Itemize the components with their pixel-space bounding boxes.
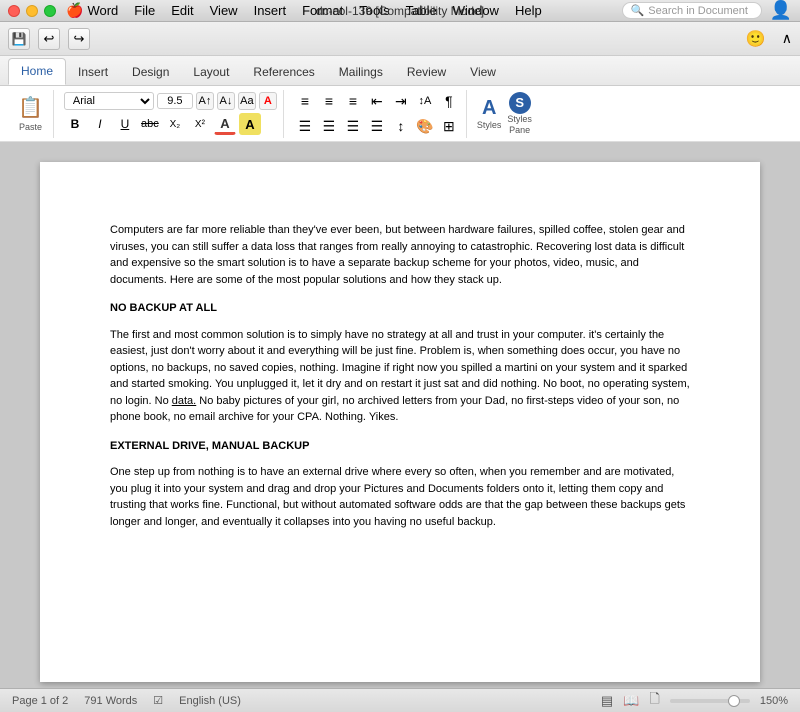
decrease-indent-button[interactable]: ⇤ [366, 90, 388, 112]
tab-insert[interactable]: Insert [66, 60, 120, 85]
underlined-word: data. [172, 395, 196, 407]
text-effects-button[interactable]: A [259, 92, 277, 110]
menu-file[interactable]: File [134, 3, 155, 18]
strikethrough-button[interactable]: abc [139, 113, 161, 135]
align-center-button[interactable]: ☰ [318, 115, 340, 137]
subscript-button[interactable]: X₂ [164, 113, 186, 135]
font-controls: Arial A↑ A↓ Aa A B I U abc X₂ X² A A [64, 92, 277, 135]
tab-design[interactable]: Design [120, 60, 181, 85]
save-button[interactable]: 💾 [8, 28, 30, 50]
underline-button[interactable]: U [114, 113, 136, 135]
document-page: Computers are far more reliable than the… [40, 162, 760, 682]
maximize-button[interactable] [44, 5, 56, 17]
minimize-button[interactable] [26, 5, 38, 17]
search-placeholder: Search in Document [648, 5, 748, 17]
paste-icon: 📋 [18, 95, 43, 120]
page-info: Page 1 of 2 [12, 695, 68, 707]
paste-button[interactable]: 📋 Paste [14, 92, 47, 136]
zoom-level: 150% [760, 695, 788, 707]
increase-font-button[interactable]: A↑ [196, 92, 214, 110]
sort-button[interactable]: ↕A [414, 90, 436, 112]
zoom-thumb [728, 695, 740, 707]
view-mode-icon[interactable]: ▤ [601, 693, 613, 709]
paragraph-group: ≡ ≡ ≡ ⇤ ⇥ ↕A ¶ ☰ ☰ ☰ ☰ ↕ 🎨 ⊞ [288, 90, 467, 138]
collapse-ribbon-button[interactable]: ∧ [782, 30, 792, 47]
layout-view-icon[interactable]: 🗋 [649, 690, 659, 712]
superscript-button[interactable]: X² [189, 113, 211, 135]
menu-help[interactable]: Help [515, 3, 542, 18]
font-name-selector[interactable]: Arial [64, 92, 154, 110]
read-mode-icon[interactable]: 📖 [623, 693, 639, 709]
decrease-font-button[interactable]: A↓ [217, 92, 235, 110]
justify-button[interactable]: ☰ [366, 115, 388, 137]
multilevel-list-button[interactable]: ≡ [342, 90, 364, 112]
emoji-picker-button[interactable]: 🙂 [746, 29, 766, 49]
styles-group: A Styles S StylesPane [471, 90, 538, 138]
bullet-list-button[interactable]: ≡ [294, 90, 316, 112]
styles-pane-badge[interactable]: S [509, 92, 531, 114]
tab-layout[interactable]: Layout [181, 60, 241, 85]
menu-insert[interactable]: Insert [254, 3, 287, 18]
highlight-color-button[interactable]: A [239, 113, 261, 135]
title-bar: 🍎 Word File Edit View Insert Format Tool… [0, 0, 800, 22]
align-left-button[interactable]: ☰ [294, 115, 316, 137]
font-row2: B I U abc X₂ X² A A [64, 113, 277, 135]
font-color-button[interactable]: A [214, 113, 236, 135]
undo-button[interactable]: ↩ [38, 28, 60, 50]
borders-button[interactable]: ⊞ [438, 115, 460, 137]
styles-label: Styles [477, 120, 502, 130]
quick-access-toolbar: 💾 ↩ ↪ 🙂 ∧ [0, 22, 800, 56]
numbered-list-button[interactable]: ≡ [318, 90, 340, 112]
increase-indent-button[interactable]: ⇥ [390, 90, 412, 112]
line-spacing-button[interactable]: ↕ [390, 115, 412, 137]
tab-home[interactable]: Home [8, 58, 66, 85]
change-case-button[interactable]: Aa [238, 92, 256, 110]
menu-view[interactable]: View [210, 3, 238, 18]
document-area: Computers are far more reliable than the… [0, 142, 800, 688]
redo-button[interactable]: ↪ [68, 28, 90, 50]
status-bar: Page 1 of 2 791 Words ☑ English (US) ▤ 📖… [0, 688, 800, 712]
tab-references[interactable]: References [241, 60, 326, 85]
heading-1: NO BACKUP AT ALL [110, 300, 690, 317]
heading-2: EXTERNAL DRIVE, MANUAL BACKUP [110, 438, 690, 455]
tab-review[interactable]: Review [395, 60, 458, 85]
zoom-slider[interactable] [670, 699, 750, 703]
search-icon: 🔍 [631, 4, 645, 17]
tab-mailings[interactable]: Mailings [327, 60, 395, 85]
paste-label: Paste [19, 122, 42, 132]
styles-icon: A [482, 97, 496, 120]
document-title: dc-col-139 [Compatibility Mode] [316, 4, 484, 18]
font-group: Arial A↑ A↓ Aa A B I U abc X₂ X² A A [58, 90, 284, 138]
paragraph-2: The first and most common solution is to… [110, 327, 690, 426]
status-right: ▤ 📖 🗋 150% [601, 690, 788, 712]
align-right-button[interactable]: ☰ [342, 115, 364, 137]
show-formatting-button[interactable]: ¶ [438, 90, 460, 112]
search-box[interactable]: 🔍 Search in Document [622, 2, 762, 19]
bold-button[interactable]: B [64, 113, 86, 135]
clipboard-group: 📋 Paste [8, 90, 54, 138]
document-content[interactable]: Computers are far more reliable than the… [110, 222, 690, 530]
styles-pane-label[interactable]: StylesPane [507, 114, 532, 136]
apple-menu-icon[interactable]: 🍎 [66, 2, 83, 19]
tab-view[interactable]: View [458, 60, 508, 85]
language: English (US) [179, 695, 241, 707]
title-bar-right: 🔍 Search in Document 👤 [622, 0, 792, 21]
menu-word[interactable]: Word [87, 3, 118, 18]
font-row1: Arial A↑ A↓ Aa A [64, 92, 277, 110]
menu-edit[interactable]: Edit [171, 3, 193, 18]
italic-button[interactable]: I [89, 113, 111, 135]
close-button[interactable] [8, 5, 20, 17]
traffic-lights [8, 5, 56, 17]
proofing-icon: ☑ [153, 694, 163, 707]
ribbon-tabs: Home Insert Design Layout References Mai… [0, 56, 800, 86]
account-icon[interactable]: 👤 [770, 0, 792, 21]
word-count: 791 Words [84, 695, 137, 707]
paragraph-1: Computers are far more reliable than the… [110, 222, 690, 288]
home-toolbar: 📋 Paste Arial A↑ A↓ Aa A B I U abc X₂ [0, 86, 800, 142]
font-size-input[interactable] [157, 93, 193, 109]
paragraph-3: One step up from nothing is to have an e… [110, 464, 690, 530]
shading-button[interactable]: 🎨 [414, 115, 436, 137]
